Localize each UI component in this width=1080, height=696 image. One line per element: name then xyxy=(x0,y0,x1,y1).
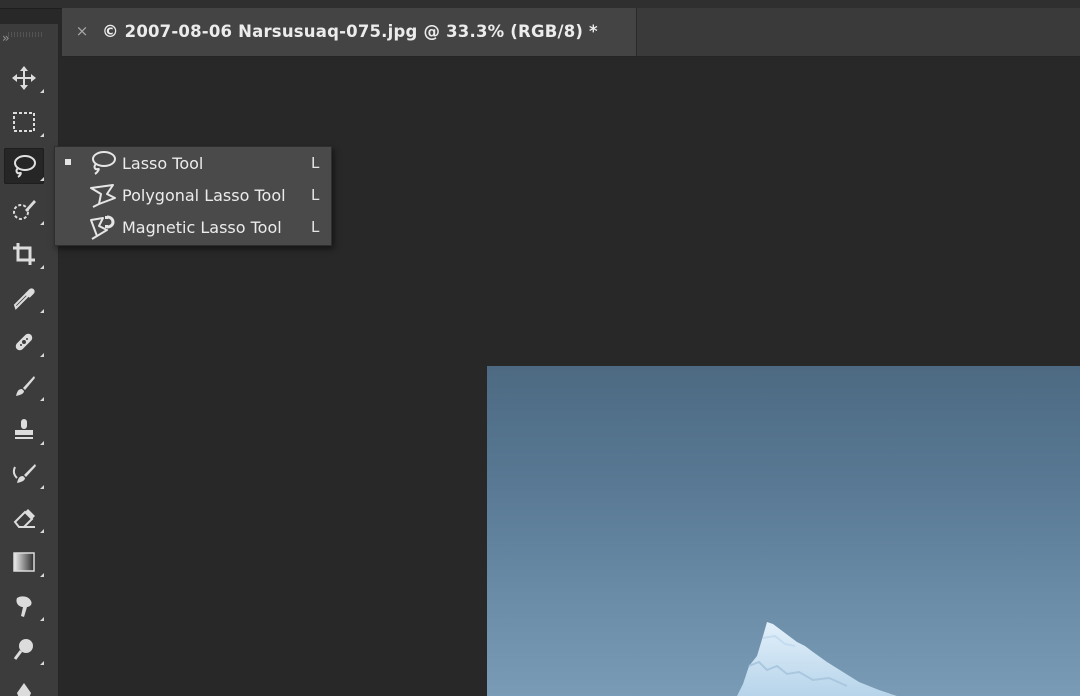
eraser-icon xyxy=(13,509,35,528)
tool-group-indicator xyxy=(40,573,44,577)
clone-stamp-icon xyxy=(15,419,33,439)
shortcut-key: L xyxy=(311,154,320,172)
crop-icon xyxy=(13,243,35,265)
tool-group-indicator xyxy=(40,441,44,445)
healing-brush-icon xyxy=(15,333,33,351)
pen-tool[interactable] xyxy=(4,676,44,696)
healing-brush-tool[interactable] xyxy=(4,324,44,360)
tool-group-indicator xyxy=(40,265,44,269)
lasso-icon xyxy=(92,151,116,175)
flyout-item-lasso-tool[interactable]: Lasso Tool L xyxy=(55,147,331,179)
shortcut-key: L xyxy=(311,218,320,236)
panel-grip[interactable] xyxy=(8,32,42,37)
tool-group-indicator xyxy=(40,177,44,181)
clone-stamp-tool[interactable] xyxy=(4,412,44,448)
lasso-tool[interactable] xyxy=(4,148,44,184)
smudge-icon xyxy=(16,596,32,617)
close-icon[interactable]: × xyxy=(74,21,90,41)
document-tab[interactable]: × © 2007-08-06 Narsusuaq-075.jpg @ 33.3%… xyxy=(62,8,637,56)
iceberg-photo xyxy=(737,622,897,696)
flyout-item-polygonal-lasso-tool[interactable]: Polygonal Lasso Tool L xyxy=(55,179,331,211)
document-title: © 2007-08-06 Narsusuaq-075.jpg @ 33.3% (… xyxy=(102,22,598,41)
move-tool[interactable] xyxy=(4,60,44,96)
tool-group-indicator xyxy=(40,661,44,665)
brush-icon xyxy=(16,376,35,396)
gradient-icon xyxy=(13,552,35,572)
smudge-tool[interactable] xyxy=(4,588,44,624)
polygonal-lasso-icon xyxy=(90,184,116,208)
quick-selection-tool[interactable] xyxy=(4,192,44,228)
shortcut-key: L xyxy=(311,186,320,204)
tool-group-indicator xyxy=(40,221,44,225)
rectangular-marquee-icon xyxy=(13,112,35,132)
tool-group-indicator xyxy=(40,485,44,489)
dodge-icon xyxy=(13,639,33,660)
photoshop-window: × © 2007-08-06 Narsusuaq-075.jpg @ 33.3%… xyxy=(0,0,1080,696)
tool-group-indicator xyxy=(40,89,44,93)
lasso-tool-flyout: Lasso Tool L Polygonal Lasso Tool L Magn… xyxy=(54,146,332,246)
tool-group-indicator xyxy=(40,353,44,357)
tool-group-indicator xyxy=(40,309,44,313)
tool-group-indicator xyxy=(40,133,44,137)
eyedropper-icon xyxy=(13,288,35,310)
quick-selection-icon xyxy=(13,200,36,220)
collapse-panel-icon[interactable]: ›› xyxy=(2,32,9,44)
flyout-item-magnetic-lasso-tool[interactable]: Magnetic Lasso Tool L xyxy=(55,211,331,243)
flyout-item-label: Polygonal Lasso Tool xyxy=(122,186,286,205)
flyout-item-label: Magnetic Lasso Tool xyxy=(122,218,282,237)
document-image[interactable] xyxy=(487,366,1080,696)
eyedropper-tool[interactable] xyxy=(4,280,44,316)
selected-indicator xyxy=(65,159,71,165)
crop-tool[interactable] xyxy=(4,236,44,272)
pen-icon xyxy=(17,683,31,696)
gradient-tool[interactable] xyxy=(4,544,44,580)
magnetic-lasso-icon xyxy=(90,215,115,240)
rectangular-marquee-tool[interactable] xyxy=(4,104,44,140)
tool-group-indicator xyxy=(40,397,44,401)
lasso-icon xyxy=(14,155,36,178)
tool-group-indicator xyxy=(40,617,44,621)
dodge-tool[interactable] xyxy=(4,632,44,668)
eraser-tool[interactable] xyxy=(4,500,44,536)
flyout-item-label: Lasso Tool xyxy=(122,154,204,173)
brush-tool[interactable] xyxy=(4,368,44,404)
history-brush-icon xyxy=(12,464,36,483)
document-tab-bar: × © 2007-08-06 Narsusuaq-075.jpg @ 33.3%… xyxy=(62,8,1080,57)
tool-group-indicator xyxy=(40,529,44,533)
move-icon xyxy=(12,66,36,90)
tools-panel: ›› xyxy=(0,24,59,696)
history-brush-tool[interactable] xyxy=(4,456,44,492)
